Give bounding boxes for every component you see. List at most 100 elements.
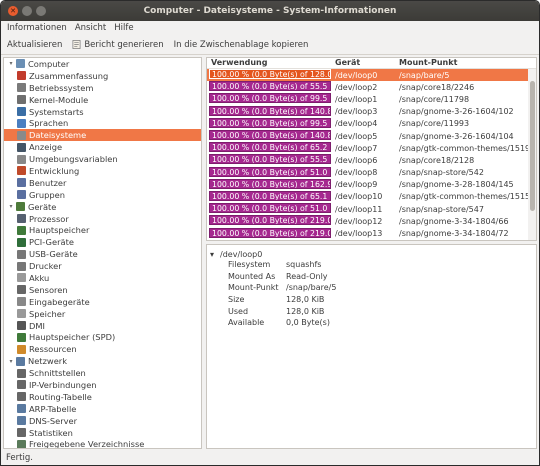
- table-row[interactable]: 100.00 % (0.0 Byte(s) of 99.5 MiB) /dev/l…: [207, 93, 536, 105]
- sidebar-item-drucker[interactable]: Drucker: [4, 260, 201, 272]
- sidebar-item-umgebungsvariablen[interactable]: Umgebungsvariablen: [4, 153, 201, 165]
- table-row[interactable]: 100.00 % (0.0 Byte(s) of 164.8 MiB)/dev/…: [207, 239, 536, 240]
- generate-report-button[interactable]: Bericht generieren: [72, 40, 164, 50]
- sidebar-item-sprachen[interactable]: Sprachen: [4, 117, 201, 129]
- sidebar-item-hauptspeicher[interactable]: Hauptspeicher: [4, 224, 201, 236]
- table-row[interactable]: 100.00 % (0.0 Byte(s) of 219.0 MiB) /dev/…: [207, 227, 536, 239]
- column-header-usage[interactable]: Verwendung: [207, 58, 331, 68]
- usage-cell: 100.00 % (0.0 Byte(s) of 51.0 MiB): [207, 203, 331, 215]
- sidebar-item-freigegebene-verzeichnisse[interactable]: Freigegebene Verzeichnisse: [4, 439, 201, 448]
- sidebar-item-computer[interactable]: ▾ Computer: [4, 58, 201, 70]
- table-row[interactable]: 100.00 % (0.0 Byte(s) of 65.1 MiB) /dev/l…: [207, 190, 536, 203]
- menu-informationen[interactable]: Informationen: [7, 23, 67, 33]
- shared-folder-icon: [17, 439, 26, 448]
- sidebar-item-arp-tabelle[interactable]: ARP-Tabelle: [4, 403, 201, 415]
- table-row[interactable]: 100.00 % (0.0 Byte(s) of 65.2 MiB) /dev/l…: [207, 142, 536, 154]
- sidebar-item-entwicklung[interactable]: Entwicklung: [4, 165, 201, 177]
- sidebar-item-prozessor[interactable]: Prozessor: [4, 213, 201, 225]
- table-row[interactable]: 100.00 % (0.0 Byte(s) of 51.0 MiB) /dev/l…: [207, 203, 536, 215]
- sidebar-item-netzwerk[interactable]: ▾ Netzwerk: [4, 355, 201, 367]
- usage-cell: 100.00 % (0.0 Byte(s) of 65.1 MiB): [207, 190, 331, 203]
- sidebar-item-systemstarts[interactable]: Systemstarts: [4, 106, 201, 118]
- content-area: ▾ Computer Zusammenfassung Betriebssystem Ke…: [3, 57, 537, 449]
- usage-bar: 100.00 % (0.0 Byte(s) of 65.2 MiB): [209, 142, 331, 153]
- table-row[interactable]: 100.00 % (0.0 Byte(s) of 128.0 KiB) /dev/…: [207, 69, 536, 82]
- sidebar-item-eingabegeräte[interactable]: Eingabegeräte: [4, 296, 201, 308]
- table-row[interactable]: 100.00 % (0.0 Byte(s) of 219.0 MiB) /dev/…: [207, 215, 536, 227]
- refresh-button[interactable]: Aktualisieren: [7, 40, 62, 50]
- sidebar-item-schnittstellen[interactable]: Schnittstellen: [4, 367, 201, 379]
- sidebar-item-akku[interactable]: Akku: [4, 272, 201, 284]
- sidebar-item-dns-server[interactable]: DNS-Server: [4, 415, 201, 427]
- column-header-device[interactable]: Gerät: [331, 58, 395, 68]
- sidebar-item-usb-geräte[interactable]: USB-Geräte: [4, 248, 201, 260]
- statistics-icon: [17, 428, 26, 438]
- device-cell: /dev/loop3: [335, 107, 378, 117]
- usage-cell: 100.00 % (0.0 Byte(s) of 140.8 MiB): [207, 105, 331, 118]
- expander-icon[interactable]: ▾: [6, 203, 16, 210]
- sidebar-tree[interactable]: ▾ Computer Zusammenfassung Betriebssystem Ke…: [3, 57, 202, 449]
- table-row[interactable]: 100.00 % (0.0 Byte(s) of 99.5 MiB) /dev/l…: [207, 117, 536, 130]
- boot-icon: [17, 107, 26, 116]
- table-row[interactable]: 100.00 % (0.0 Byte(s) of 140.8 MiB) /dev/…: [207, 130, 536, 142]
- sidebar-item-dateisysteme[interactable]: Dateisysteme: [4, 129, 201, 142]
- usage-cell: 100.00 % (0.0 Byte(s) of 99.5 MiB): [207, 117, 331, 130]
- collapse-arrow-icon[interactable]: ▾: [210, 250, 214, 259]
- usage-bar: 100.00 % (0.0 Byte(s) of 164.8 MiB): [209, 239, 331, 240]
- table-row[interactable]: 100.00 % (0.0 Byte(s) of 55.5 MiB) /dev/l…: [207, 81, 536, 93]
- sidebar-item-gruppen[interactable]: Gruppen: [4, 189, 201, 201]
- sidebar-item-label: Systemstarts: [29, 106, 84, 117]
- sidebar-item-hauptspeicher-spd-[interactable]: Hauptspeicher (SPD): [4, 331, 201, 343]
- sidebar-item-label: Dateisysteme: [29, 130, 87, 141]
- menu-ansicht[interactable]: Ansicht: [75, 23, 106, 33]
- report-icon: [72, 40, 81, 49]
- table-row[interactable]: 100.00 % (0.0 Byte(s) of 51.0 MiB) /dev/l…: [207, 166, 536, 179]
- sidebar-item-pci-geräte[interactable]: PCI-Geräte: [4, 236, 201, 248]
- close-window-button[interactable]: ✕: [8, 6, 18, 16]
- sidebar-item-statistiken[interactable]: Statistiken: [4, 427, 201, 439]
- usage-cell: 100.00 % (0.0 Byte(s) of 140.8 MiB): [207, 130, 331, 142]
- sidebar-item-dmi[interactable]: DMI: [4, 320, 201, 332]
- copy-to-clipboard-button[interactable]: In die Zwischenablage kopieren: [174, 40, 309, 50]
- close-icon: ✕: [10, 6, 16, 15]
- detail-row: Filesystem squashfs: [210, 260, 536, 272]
- menu-hilfe[interactable]: Hilfe: [114, 23, 133, 33]
- usage-cell: 100.00 % (0.0 Byte(s) of 55.5 MiB): [207, 154, 331, 166]
- minimize-window-button[interactable]: [22, 6, 32, 16]
- table-row[interactable]: 100.00 % (0.0 Byte(s) of 162.9 MiB) /dev/…: [207, 178, 536, 191]
- filesystem-table[interactable]: Verwendung Gerät Mount-Punkt 100.00 % (0…: [206, 57, 537, 241]
- sidebar-item-betriebssystem[interactable]: Betriebssystem: [4, 82, 201, 94]
- printer-icon: [17, 261, 26, 271]
- table-row[interactable]: 100.00 % (0.0 Byte(s) of 55.5 MiB) /dev/l…: [207, 154, 536, 166]
- mount-cell: /snap/core/11798: [399, 94, 470, 104]
- sidebar-item-label: Zusammenfassung: [29, 70, 109, 81]
- mount-cell: /snap/core18/2246: [399, 82, 475, 92]
- sidebar-item-kernel-module[interactable]: Kernel-Module: [4, 94, 201, 106]
- device-cell: /dev/loop6: [335, 155, 378, 165]
- sidebar-item-ressourcen[interactable]: Ressourcen: [4, 343, 201, 355]
- maximize-window-button[interactable]: [36, 6, 46, 16]
- details-heading[interactable]: ▾ /dev/loop0: [210, 248, 536, 260]
- sidebar-item-benutzer[interactable]: Benutzer: [4, 177, 201, 189]
- usage-cell: 100.00 % (0.0 Byte(s) of 65.2 MiB): [207, 142, 331, 154]
- expander-icon[interactable]: ▾: [6, 358, 16, 365]
- sidebar-item-speicher[interactable]: Speicher: [4, 308, 201, 320]
- user-icon: [17, 178, 26, 188]
- memory-icon: [17, 225, 26, 235]
- table-scrollbar[interactable]: [528, 69, 536, 240]
- module-icon: [17, 95, 26, 105]
- expander-icon[interactable]: ▾: [6, 60, 16, 67]
- device-cell: /dev/loop9: [335, 180, 378, 190]
- column-header-mount[interactable]: Mount-Punkt: [395, 58, 536, 68]
- sidebar-item-geräte[interactable]: ▾ Geräte: [4, 201, 201, 213]
- device-cell: /dev/loop12: [335, 216, 383, 226]
- device-cell: /dev/loop0: [335, 70, 378, 80]
- sidebar-item-routing-tabelle[interactable]: Routing-Tabelle: [4, 391, 201, 403]
- mount-cell: /snap/snap-store/547: [399, 204, 484, 214]
- scrollbar-thumb[interactable]: [530, 81, 535, 211]
- sidebar-item-anzeige[interactable]: Anzeige: [4, 141, 201, 153]
- sidebar-item-zusammenfassung[interactable]: Zusammenfassung: [4, 70, 201, 82]
- sidebar-item-sensoren[interactable]: Sensoren: [4, 284, 201, 296]
- sidebar-item-ip-verbindungen[interactable]: IP-Verbindungen: [4, 379, 201, 391]
- table-row[interactable]: 100.00 % (0.0 Byte(s) of 140.8 MiB) /dev/…: [207, 105, 536, 118]
